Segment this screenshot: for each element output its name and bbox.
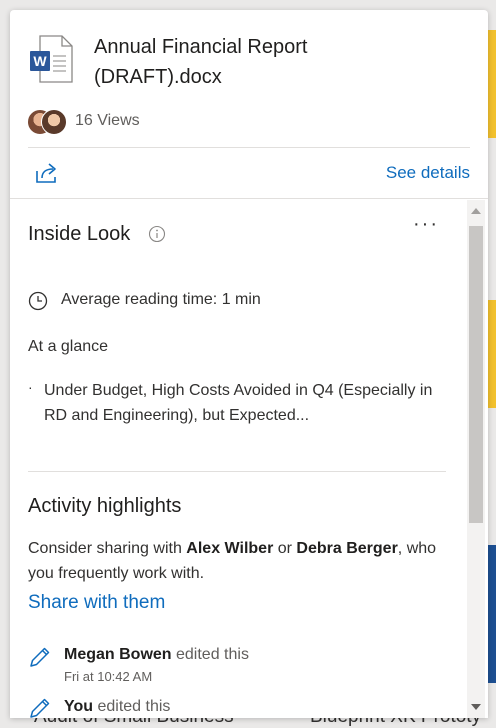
more-options-icon[interactable]: ··· xyxy=(413,213,439,236)
background-accent-strip xyxy=(488,545,496,683)
avatar xyxy=(41,109,67,135)
view-count: 16 Views xyxy=(75,112,140,129)
info-icon[interactable] xyxy=(148,225,166,243)
divider xyxy=(28,147,470,148)
card-content: Inside Look ··· Average reading time: 1 … xyxy=(10,199,465,718)
suggested-person: Debra Berger xyxy=(296,540,398,557)
document-title[interactable]: Annual Financial Report (DRAFT).docx xyxy=(94,32,454,92)
background-accent-strip xyxy=(488,300,496,408)
activity-item: Megan Bowen edited this xyxy=(64,646,249,664)
activity-highlights-title: Activity highlights xyxy=(28,495,182,517)
inside-look-title: Inside Look xyxy=(28,223,131,245)
vertical-scrollbar[interactable] xyxy=(467,200,485,718)
pencil-icon xyxy=(30,647,50,667)
activity-person: Megan Bowen xyxy=(64,646,172,663)
sharing-suggestion: Consider sharing with Alex Wilber or Deb… xyxy=(28,536,453,586)
suggestion-text: Consider sharing with xyxy=(28,540,187,557)
suggested-person: Alex Wilber xyxy=(186,540,274,557)
bullet-icon: · xyxy=(28,379,33,395)
summary-bullet: Under Budget, High Costs Avoided in Q4 (… xyxy=(44,382,433,424)
see-details-link[interactable]: See details xyxy=(386,163,470,183)
scroll-down-arrow-icon[interactable] xyxy=(467,696,485,718)
pencil-icon xyxy=(30,698,50,718)
activity-verb: edited this xyxy=(171,646,249,663)
scrollbar-thumb[interactable] xyxy=(469,226,483,523)
reading-time: Average reading time: 1 min xyxy=(61,291,261,308)
share-icon[interactable] xyxy=(34,161,60,185)
svg-text:W: W xyxy=(33,53,47,69)
activity-item: You edited this xyxy=(64,698,170,716)
activity-person: You xyxy=(64,698,94,715)
document-title-line: (DRAFT).docx xyxy=(94,66,222,88)
activity-time: Fri at 10:42 AM xyxy=(64,669,153,684)
clock-icon xyxy=(28,291,48,311)
divider xyxy=(28,471,446,472)
card-header: W Annual Financial Report (DRAFT).docx 1… xyxy=(10,10,488,198)
document-title-line: Annual Financial Report xyxy=(94,36,308,58)
suggestion-text: or xyxy=(273,540,297,557)
file-hover-card: W Annual Financial Report (DRAFT).docx 1… xyxy=(10,10,488,718)
scroll-up-arrow-icon[interactable] xyxy=(467,200,485,222)
activity-verb: edited this xyxy=(93,698,171,715)
at-a-glance-label: At a glance xyxy=(28,338,109,355)
share-with-them-link[interactable]: Share with them xyxy=(28,592,165,614)
background-accent-strip xyxy=(488,30,496,138)
word-file-icon: W xyxy=(30,35,73,83)
viewer-avatars xyxy=(27,109,71,135)
